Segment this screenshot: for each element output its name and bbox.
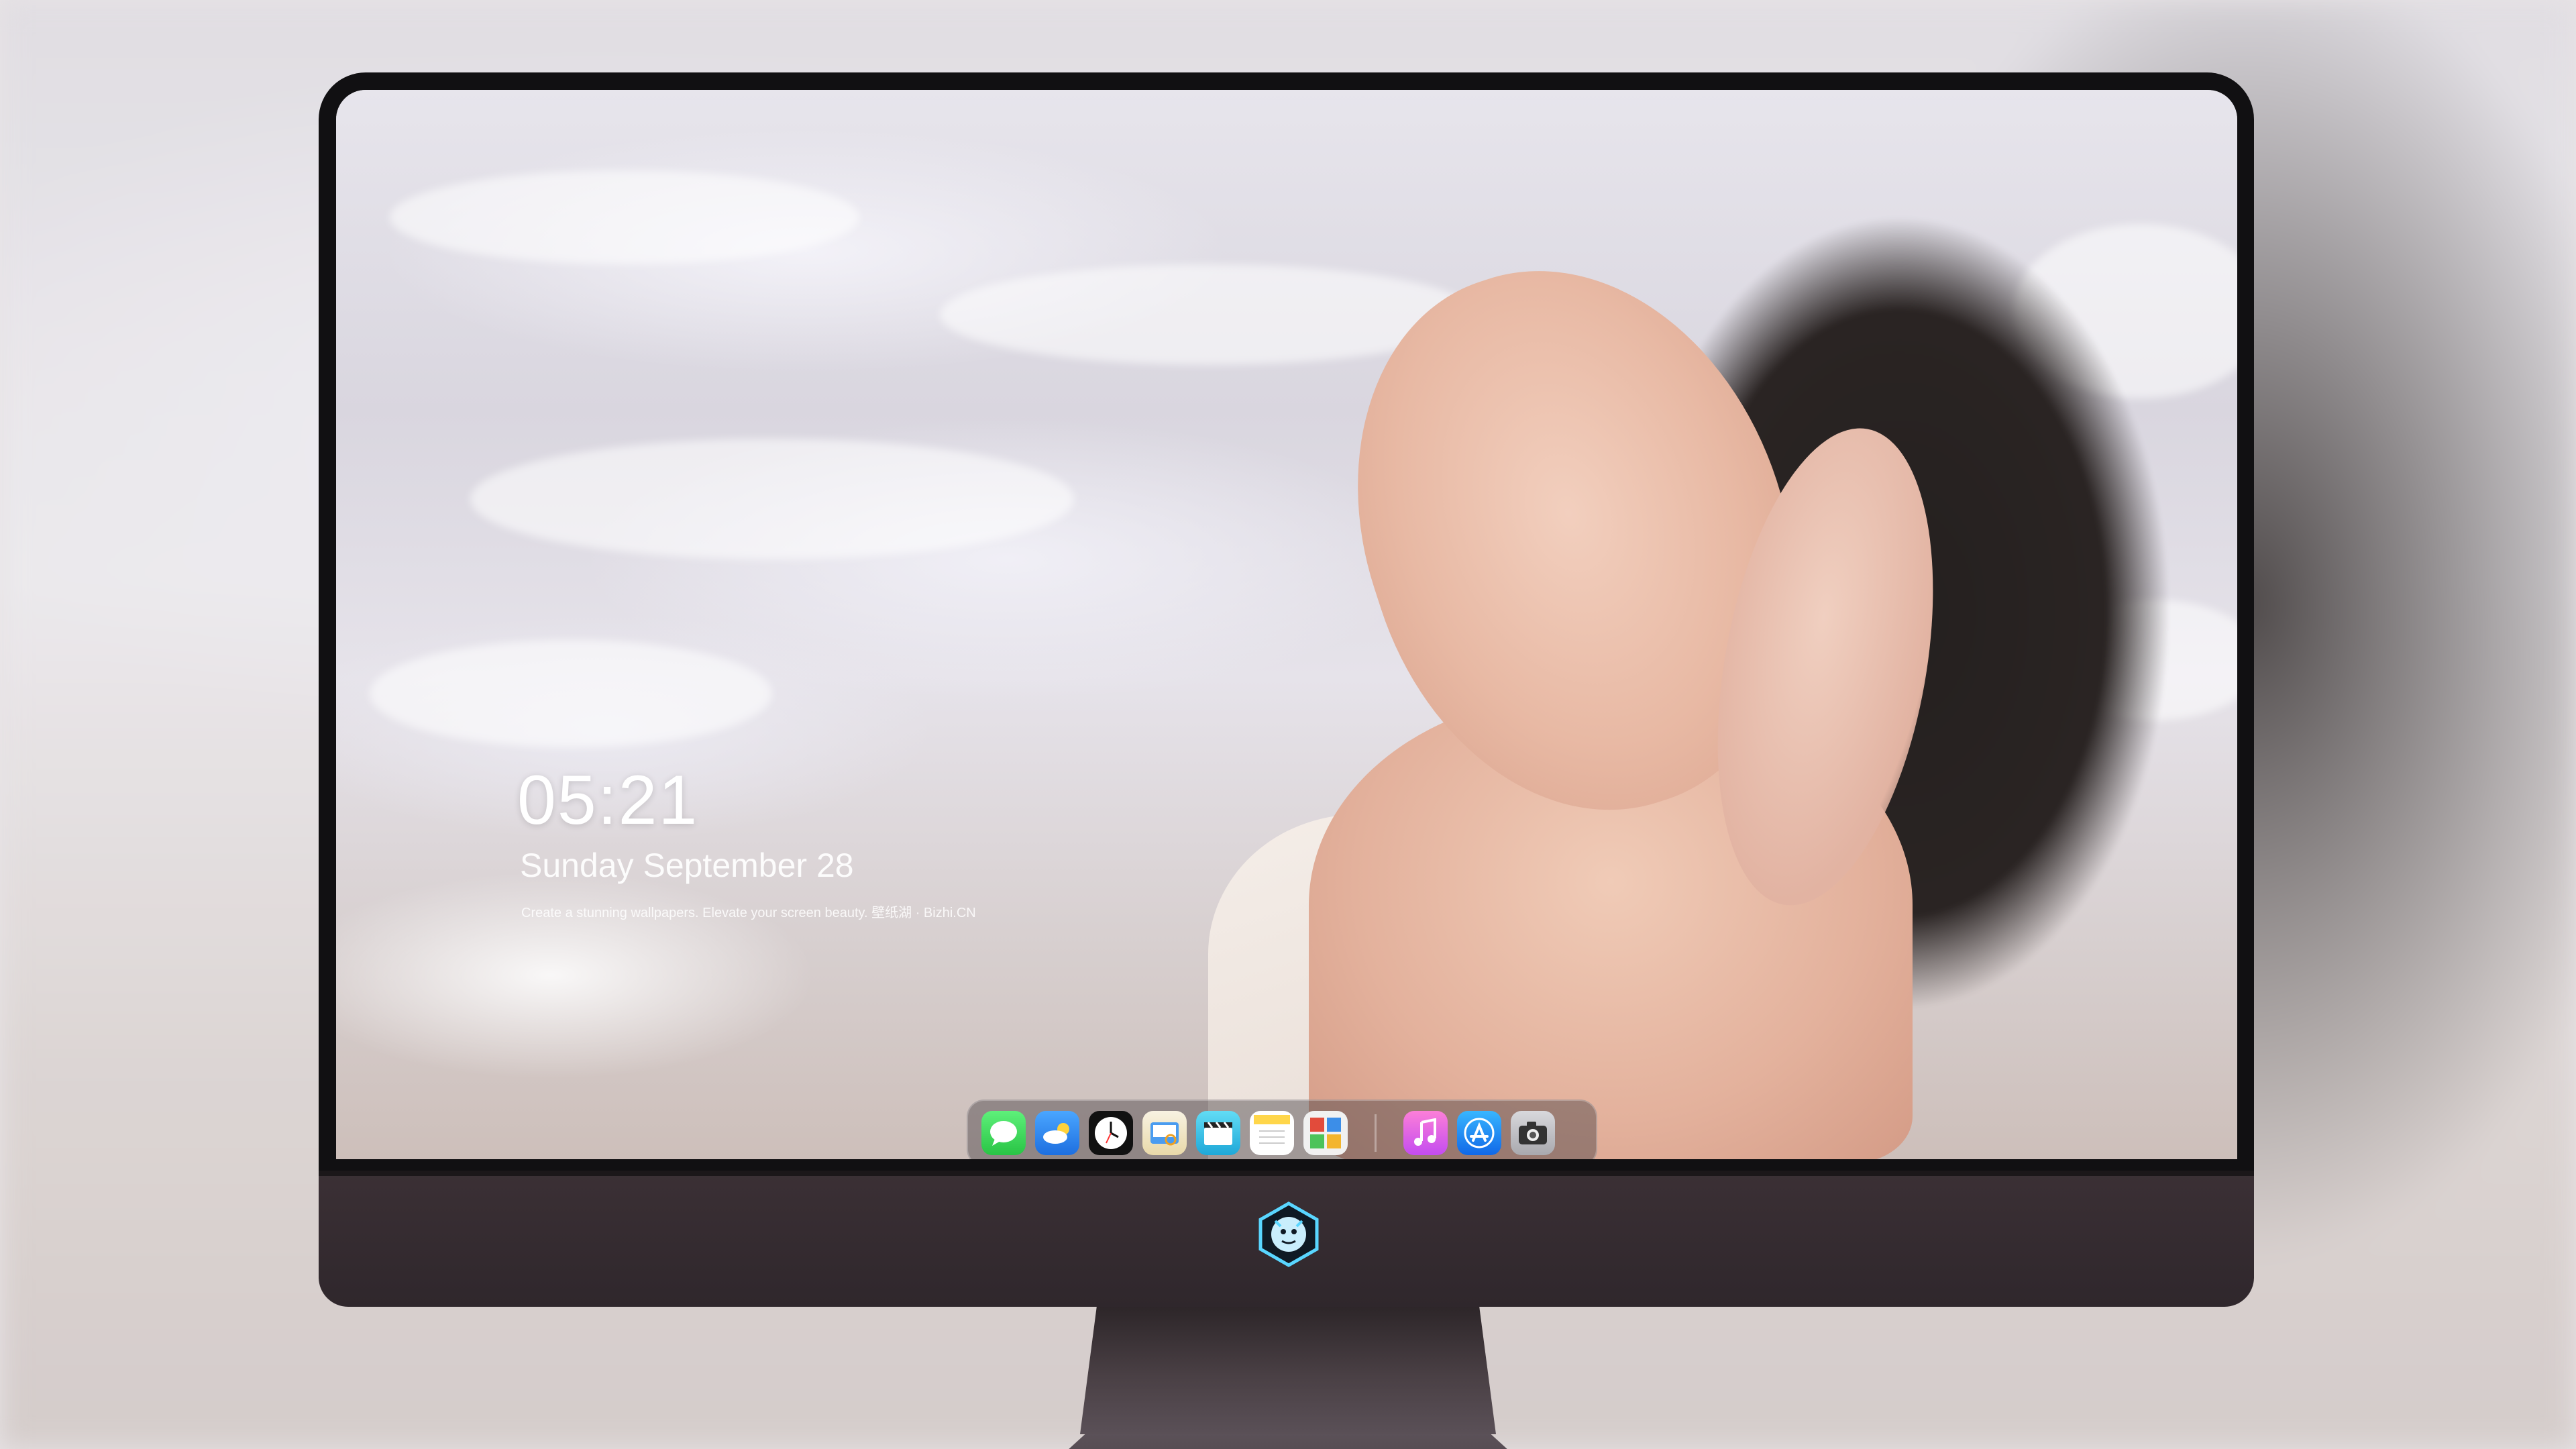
messages-icon[interactable] xyxy=(981,1111,1026,1155)
preview-icon[interactable] xyxy=(1142,1111,1187,1155)
music-icon[interactable] xyxy=(1403,1111,1448,1155)
photo-booth-icon[interactable] xyxy=(1303,1111,1348,1155)
wallpaper-tagline: Create a stunning wallpapers. Elevate yo… xyxy=(521,906,976,920)
monitor: 05:21 Sunday September 28 Create a stunn… xyxy=(319,72,2254,1449)
desktop-screen: 05:21 Sunday September 28 Create a stunn… xyxy=(336,90,2237,1159)
camera-icon[interactable] xyxy=(1511,1111,1555,1155)
lock-clock: 05:21 xyxy=(517,761,699,839)
dock-separator xyxy=(1375,1114,1377,1152)
wallpaper xyxy=(336,90,2237,1159)
notes-icon[interactable] xyxy=(1250,1111,1294,1155)
weather-icon[interactable] xyxy=(1035,1111,1079,1155)
dragon-shield-logo-icon xyxy=(1258,1201,1319,1267)
clock-icon[interactable] xyxy=(1089,1111,1133,1155)
lock-date: Sunday September 28 xyxy=(520,847,854,884)
monitor-stand-neck xyxy=(1080,1307,1496,1434)
app-store-icon[interactable] xyxy=(1457,1111,1501,1155)
clips-icon[interactable] xyxy=(1196,1111,1240,1155)
dock xyxy=(967,1099,1597,1159)
